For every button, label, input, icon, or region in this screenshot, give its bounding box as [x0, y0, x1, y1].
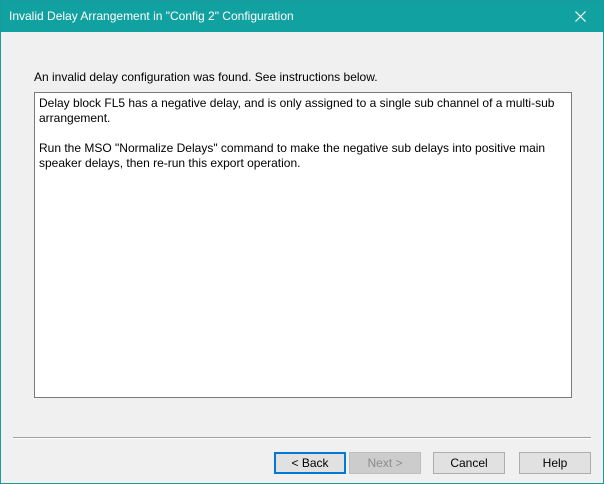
close-button[interactable] — [557, 1, 603, 32]
back-button[interactable]: < Back — [274, 452, 346, 474]
message-textbox[interactable]: Delay block FL5 has a negative delay, an… — [34, 92, 572, 398]
title-bar[interactable]: Invalid Delay Arrangement in "Config 2" … — [1, 1, 603, 32]
window-title: Invalid Delay Arrangement in "Config 2" … — [9, 9, 294, 23]
close-icon — [574, 11, 586, 22]
button-separator — [13, 437, 591, 439]
next-button[interactable]: Next > — [349, 452, 421, 474]
message-paragraph: Run the MSO "Normalize Delays" command t… — [39, 141, 546, 170]
dialog-body: An invalid delay configuration was found… — [1, 32, 603, 483]
help-button[interactable]: Help — [519, 452, 591, 474]
instruction-label: An invalid delay configuration was found… — [34, 70, 378, 84]
message-paragraph: Delay block FL5 has a negative delay, an… — [39, 96, 555, 125]
dialog-window: Invalid Delay Arrangement in "Config 2" … — [0, 0, 604, 484]
cancel-button[interactable]: Cancel — [433, 452, 505, 474]
